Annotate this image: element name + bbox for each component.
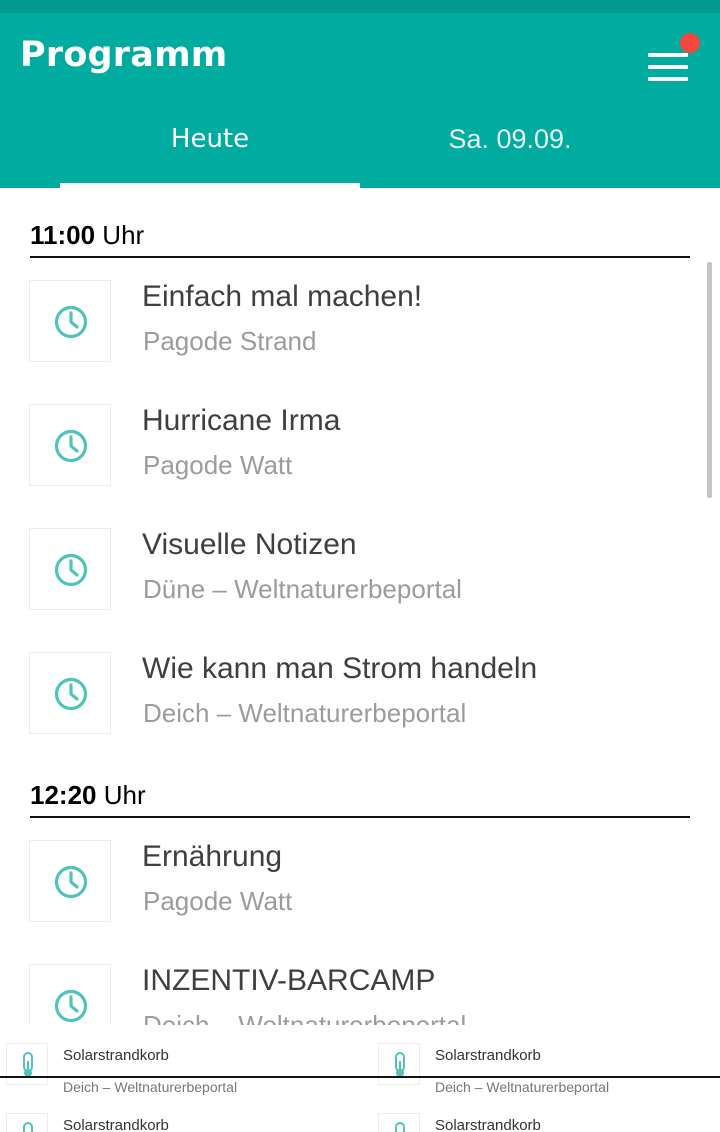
event-location: Pagode Watt (143, 886, 293, 916)
page-title: Programm (20, 35, 228, 75)
list-item[interactable]: Solarstrandkorb (0, 1095, 340, 1132)
section-header-1100: 11:00 Uhr (30, 218, 690, 258)
clock-icon (29, 404, 111, 486)
tab-saturday[interactable]: Sa. 09.09. (360, 109, 660, 169)
item-location: Deich – Weltnaturerbeportal (435, 1079, 610, 1095)
event-title: Hurricane Irma (142, 404, 341, 437)
program-list[interactable]: 11:00 Uhr Einfach mal machen! Pagode Str… (0, 188, 720, 1025)
event-title: Wie kann man Strom handeln (142, 652, 538, 685)
clock-icon (29, 528, 111, 610)
app-bar: Programm Heute Sa. 09.09. (0, 13, 720, 188)
list-item[interactable]: Wie kann man Strom handeln Deich – Weltn… (0, 652, 700, 752)
list-item[interactable]: Solarstrandkorb (372, 1095, 712, 1132)
notification-dot (680, 33, 700, 53)
event-location: Pagode Watt (143, 450, 293, 480)
event-title: Visuelle Notizen (142, 528, 357, 561)
thermometer-icon (6, 1113, 48, 1132)
item-title: Solarstrandkorb (435, 1047, 541, 1064)
section-time: 11:00 Uhr (30, 220, 145, 250)
event-title: Einfach mal machen! (142, 280, 423, 313)
section-header-1220: 12:20 Uhr (30, 778, 690, 818)
bottom-overlay-list: Solarstrandkorb Deich – Weltnaturerbepor… (0, 1025, 720, 1132)
event-title: INZENTIV-BARCAMP (142, 964, 436, 997)
clock-icon (29, 964, 111, 1025)
clock-icon (29, 840, 111, 922)
divider (0, 1076, 720, 1078)
item-title: Solarstrandkorb (63, 1047, 169, 1064)
event-location: Deich – Weltnaturerbeportal (143, 698, 467, 728)
thermometer-icon (378, 1043, 420, 1085)
item-title: Solarstrandkorb (435, 1117, 541, 1132)
clock-icon (29, 280, 111, 362)
event-location: Düne – Weltnaturerbeportal (143, 574, 462, 604)
menu-button[interactable] (640, 33, 704, 83)
list-item[interactable]: Visuelle Notizen Düne – Weltnaturerbepor… (0, 528, 700, 628)
item-title: Solarstrandkorb (63, 1117, 169, 1132)
event-location: Deich – Weltnaturerbeportal (143, 1010, 467, 1025)
thermometer-icon (6, 1043, 48, 1085)
thermometer-icon (378, 1113, 420, 1132)
event-location: Pagode Strand (143, 326, 317, 356)
tab-today[interactable]: Heute (60, 109, 360, 169)
list-item[interactable]: Ernährung Pagode Watt (0, 840, 700, 940)
list-item[interactable]: Hurricane Irma Pagode Watt (0, 404, 700, 504)
event-title: Ernährung (142, 840, 283, 873)
list-item[interactable]: INZENTIV-BARCAMP Deich – Weltnaturerbepo… (0, 964, 700, 1025)
clock-icon (29, 652, 111, 734)
list-item[interactable]: Einfach mal machen! Pagode Strand (0, 280, 700, 380)
list-scrollbar[interactable] (707, 262, 712, 498)
item-location: Deich – Weltnaturerbeportal (63, 1079, 238, 1095)
section-time: 12:20 Uhr (30, 780, 146, 810)
status-strip (0, 0, 720, 13)
